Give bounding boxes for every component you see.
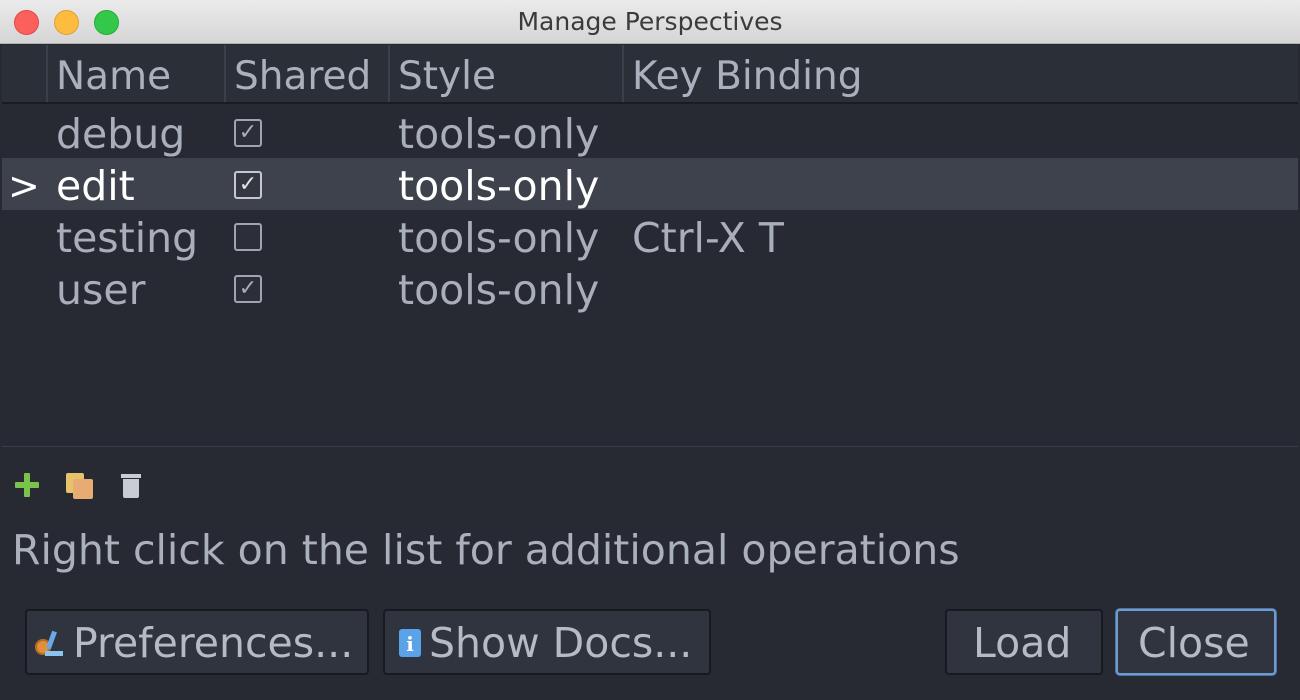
row-style: tools-only [398, 110, 600, 158]
current-perspective-marker: > [8, 164, 40, 208]
checkbox-checked-icon: ✓ [234, 171, 262, 199]
row-style: tools-only [398, 214, 600, 262]
row-marker [8, 262, 46, 314]
row-style: tools-only [398, 266, 600, 314]
table-row-testing[interactable]: testing tools-only Ctrl-X T [2, 210, 1298, 262]
checkbox-unchecked-icon [234, 223, 262, 251]
preferences-icon [35, 629, 63, 659]
preferences-button[interactable]: Preferences... [25, 609, 369, 675]
row-name: testing [56, 214, 199, 262]
window-title: Manage Perspectives [517, 7, 783, 36]
load-button[interactable]: Load [945, 609, 1103, 675]
column-header-style[interactable]: Style [388, 45, 622, 102]
shared-checkbox[interactable]: ✓ [234, 106, 264, 158]
shared-checkbox[interactable]: ✓ [234, 158, 264, 210]
show-docs-button-label: Show Docs... [429, 619, 693, 667]
shared-checkbox[interactable] [234, 210, 264, 262]
copy-icon[interactable] [64, 470, 94, 500]
table-header: Name Shared Style Key Binding [2, 45, 1298, 104]
row-name: edit [56, 162, 135, 210]
load-button-label: Load [973, 619, 1072, 667]
close-button-label: Close [1138, 619, 1250, 667]
plus-icon[interactable] [12, 470, 42, 500]
row-name: user [56, 266, 146, 314]
column-header-name[interactable]: Name [46, 45, 224, 102]
table-row-user[interactable]: user ✓ tools-only [2, 262, 1298, 314]
show-docs-button[interactable]: i Show Docs... [383, 609, 711, 675]
preferences-button-label: Preferences... [73, 619, 354, 667]
row-name: debug [56, 110, 186, 158]
checkbox-checked-icon: ✓ [234, 119, 262, 147]
perspectives-table[interactable]: Name Shared Style Key Binding debug ✓ to… [2, 45, 1298, 447]
row-key-binding: Ctrl-X T [632, 214, 784, 262]
table-row-debug[interactable]: debug ✓ tools-only [2, 106, 1298, 158]
column-header-marker [2, 45, 46, 102]
close-button[interactable]: Close [1116, 609, 1276, 675]
shared-checkbox[interactable]: ✓ [234, 262, 264, 314]
table-row-edit[interactable]: > edit ✓ tools-only [2, 158, 1298, 210]
row-style: tools-only [398, 162, 600, 210]
trash-icon[interactable] [116, 470, 146, 500]
hint-text: Right click on the list for additional o… [12, 526, 960, 574]
row-marker [8, 106, 46, 158]
manage-perspectives-window: Manage Perspectives Name Shared Style Ke… [0, 0, 1300, 700]
title-bar[interactable]: Manage Perspectives [0, 0, 1300, 44]
column-header-shared[interactable]: Shared [224, 45, 388, 102]
checkbox-checked-icon: ✓ [234, 275, 262, 303]
info-doc-icon: i [399, 629, 427, 659]
column-header-key-binding[interactable]: Key Binding [622, 45, 1298, 102]
row-marker [8, 210, 46, 262]
